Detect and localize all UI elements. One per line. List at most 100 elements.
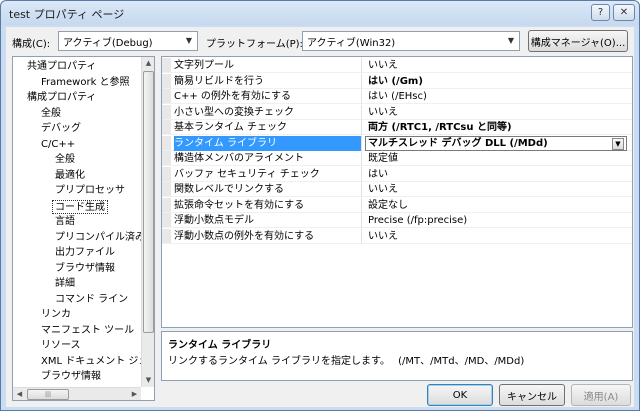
property-value[interactable]: はい (/Gm)	[368, 74, 630, 89]
tree-item[interactable]: ブラウザ情報	[41, 370, 101, 384]
tree-item[interactable]: コード生成	[52, 199, 108, 214]
property-row[interactable]: 関数レベルでリンクする いいえ	[162, 182, 632, 197]
chevron-down-icon: ▼	[185, 36, 193, 45]
property-name[interactable]: 浮動小数点モデル	[174, 213, 362, 228]
ok-button[interactable]: OK	[427, 384, 493, 406]
property-name[interactable]: C++ の例外を有効にする	[174, 89, 362, 104]
property-row[interactable]: 構造体メンバのアライメント 既定値	[162, 151, 632, 166]
property-name[interactable]: 構造体メンバのアライメント	[174, 151, 362, 166]
tree-item[interactable]: C/C++	[41, 138, 75, 152]
tree-item[interactable]: 詳細	[55, 277, 75, 291]
property-name[interactable]: 小さい型への変換チェック	[174, 104, 362, 120]
tree-item[interactable]: 全般	[55, 153, 75, 167]
tree-item[interactable]: ブラウザ情報	[55, 262, 115, 276]
help-button[interactable]: ?	[591, 4, 610, 21]
tree-item[interactable]: 言語	[55, 215, 75, 229]
property-value-text: いいえ	[368, 184, 398, 195]
property-row[interactable]: ランタイム ライブラリ マルチスレッド デバッグ DLL (/MDd) ▼	[162, 135, 632, 151]
property-value[interactable]: いいえ	[368, 182, 630, 197]
description-text: リンクするランタイム ライブラリを指定します。 (/MT、/MTd、/MD、/M…	[168, 356, 525, 367]
tree-item[interactable]: リンカ	[41, 308, 71, 322]
row-gutter	[162, 228, 171, 243]
scroll-grip-icon: |||	[44, 391, 52, 398]
property-row[interactable]: 簡易リビルドを行う はい (/Gm)	[162, 73, 632, 89]
property-name[interactable]: 文字列プール	[174, 58, 362, 73]
scroll-left-icon[interactable]: ◀	[13, 388, 26, 400]
row-gutter	[162, 213, 171, 227]
tree-item[interactable]: 構成プロパティ	[27, 91, 96, 105]
property-name[interactable]: バッファ セキュリティ チェック	[174, 166, 362, 182]
property-value[interactable]: 両方 (/RTC1, /RTCsu と同等)	[368, 120, 630, 135]
apply-label: 適用(A)	[583, 391, 619, 403]
property-value[interactable]: Precise (/fp:precise)	[368, 213, 630, 228]
property-value-text: Precise (/fp:precise)	[368, 215, 468, 226]
property-value-text: マルチスレッド デバッグ DLL (/MDd)	[368, 137, 548, 149]
category-tree[interactable]: 共通プロパティ Framework と参照 構成プロパティ 全般 デバッグ C/C++ 全般…	[12, 56, 155, 401]
property-value-text: 両方 (/RTC1, /RTCsu と同等)	[368, 122, 512, 133]
property-value[interactable]: いいえ	[368, 105, 630, 120]
scroll-thumb[interactable]: |||	[27, 389, 69, 400]
help-icon: ?	[597, 7, 604, 18]
platform-value: アクティブ(Win32)	[307, 37, 396, 49]
property-name[interactable]: ランタイム ライブラリ	[174, 135, 362, 151]
tree-item[interactable]: マニフェスト ツール	[41, 324, 134, 338]
platform-select[interactable]: アクティブ(Win32) ▼	[302, 31, 520, 51]
property-value[interactable]: いいえ	[368, 58, 630, 73]
property-row[interactable]: 浮動小数点モデル Precise (/fp:precise)	[162, 213, 632, 228]
tree-item[interactable]: XML ドキュメント ジェ	[41, 355, 148, 369]
row-gutter	[162, 135, 171, 150]
property-row[interactable]: 小さい型への変換チェック いいえ	[162, 104, 632, 120]
property-row[interactable]: 浮動小数点の例外を有効にする いいえ	[162, 228, 632, 244]
title-bar[interactable]: test プロパティ ページ ? ✕	[1, 1, 639, 25]
tree-item[interactable]: リソース	[41, 339, 81, 353]
property-value[interactable]: いいえ	[368, 229, 630, 244]
property-value[interactable]: はい (/EHsc)	[368, 89, 630, 104]
chevron-down-icon[interactable]: ▼	[612, 137, 624, 150]
tree-item[interactable]: 全般	[41, 107, 61, 121]
cancel-button[interactable]: キャンセル	[499, 384, 565, 406]
property-value-text: 設定なし	[368, 199, 408, 211]
row-gutter	[162, 104, 171, 119]
property-value-text: はい	[368, 168, 388, 180]
ok-label: OK	[452, 389, 468, 401]
property-grid[interactable]: 文字列プール いいえ 簡易リビルドを行う はい (/Gm) C++ の例外を有効にするは…	[161, 56, 633, 328]
property-row[interactable]: C++ の例外を有効にする はい (/EHsc)	[162, 89, 632, 104]
property-value-text: 既定値	[368, 153, 398, 164]
scroll-thumb[interactable]	[143, 71, 154, 333]
tree-item[interactable]: デバッグ	[41, 122, 81, 136]
property-row[interactable]: 文字列プール いいえ	[162, 58, 632, 73]
property-name[interactable]: 簡易リビルドを行う	[174, 73, 362, 89]
config-select[interactable]: アクティブ(Debug) ▼	[58, 31, 198, 51]
property-value[interactable]: はい	[368, 167, 630, 182]
tree-item[interactable]: 共通プロパティ	[27, 60, 96, 74]
tree-item[interactable]: プリコンパイル済み	[55, 231, 145, 245]
apply-button[interactable]: 適用(A)	[571, 384, 631, 406]
property-row[interactable]: 拡張命令セットを有効にする 設定なし	[162, 197, 632, 213]
property-value-text: いいえ	[368, 60, 398, 71]
scroll-up-icon[interactable]: ▲	[142, 57, 154, 70]
scroll-right-icon[interactable]: ▶	[128, 388, 141, 400]
description-title: ランタイム ライブラリ	[168, 340, 272, 351]
config-label: 構成(C):	[12, 39, 51, 50]
tree-item[interactable]: Framework と参照	[41, 76, 130, 90]
tree-vertical-scrollbar[interactable]: ▲ ▼	[141, 57, 154, 387]
property-name[interactable]: 関数レベルでリンクする	[174, 182, 362, 197]
tree-horizontal-scrollbar[interactable]: ◀ ||| ▶	[13, 387, 141, 400]
property-row[interactable]: バッファ セキュリティ チェック はい	[162, 166, 632, 182]
close-button[interactable]: ✕	[613, 4, 635, 21]
tree-item[interactable]: 出力ファイル	[55, 246, 115, 260]
property-value[interactable]: 既定値	[368, 151, 630, 166]
property-value[interactable]: 設定なし	[368, 198, 630, 213]
scroll-down-icon[interactable]: ▼	[142, 374, 154, 387]
property-name[interactable]: 基本ランタイム チェック	[174, 120, 362, 135]
tree-item[interactable]: コマンド ライン	[55, 293, 128, 307]
property-value[interactable]: マルチスレッド デバッグ DLL (/MDd) ▼	[365, 135, 627, 151]
property-name[interactable]: 拡張命令セットを有効にする	[174, 197, 362, 213]
dialog-body: 構成(C): アクティブ(Debug) ▼ プラットフォーム(P): アクティブ…	[6, 27, 634, 407]
property-value-text: いいえ	[368, 230, 398, 242]
config-manager-button[interactable]: 構成マネージャ(O)...	[528, 30, 628, 52]
tree-item[interactable]: 最適化	[55, 169, 85, 183]
property-name[interactable]: 浮動小数点の例外を有効にする	[174, 228, 362, 244]
property-row[interactable]: 基本ランタイム チェック 両方 (/RTC1, /RTCsu と同等)	[162, 120, 632, 135]
tree-item[interactable]: プリプロセッサ	[55, 184, 125, 198]
